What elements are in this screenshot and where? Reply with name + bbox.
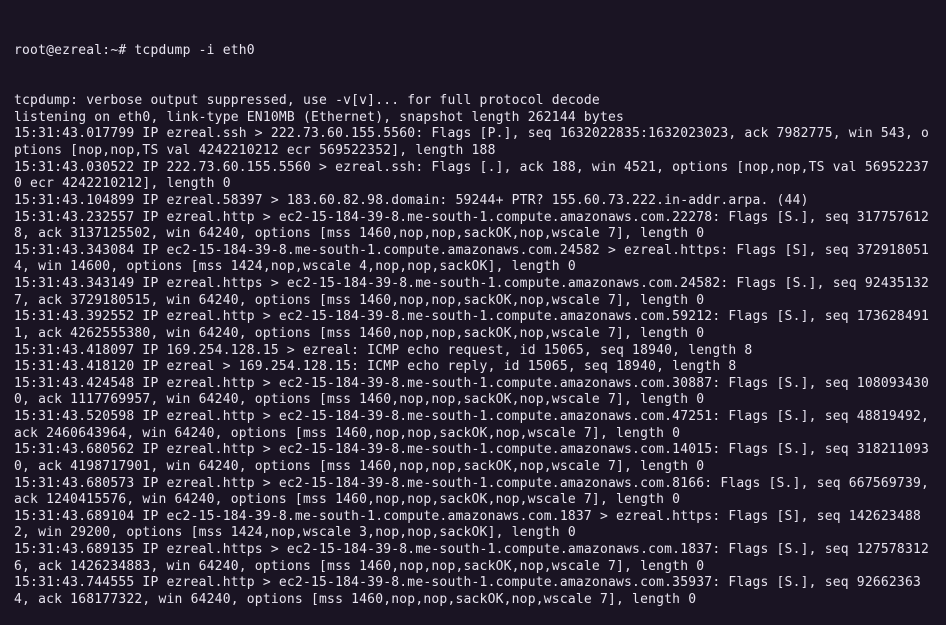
output-line: 15:31:43.392552 IP ezreal.http > ec2-15-… [14,309,932,342]
output-line: 15:31:43.680562 IP ezreal.http > ec2-15-… [14,442,932,475]
terminal-output[interactable]: root@ezreal:~# tcpdump -i eth0 tcpdump: … [14,10,932,625]
output-line: 15:31:43.017799 IP ezreal.ssh > 222.73.6… [14,126,932,159]
output-line: 15:31:43.418097 IP 169.254.128.15 > ezre… [14,343,932,360]
command-line: root@ezreal:~# tcpdump -i eth0 [14,43,932,60]
output-line: 15:31:43.520598 IP ezreal.http > ec2-15-… [14,409,932,442]
shell-prompt: root@ezreal:~# [14,43,134,58]
output-line: 15:31:43.343084 IP ec2-15-184-39-8.me-so… [14,243,932,276]
output-line: 15:31:43.680573 IP ezreal.http > ec2-15-… [14,476,932,509]
output-line: 15:31:43.343149 IP ezreal.https > ec2-15… [14,276,932,309]
output-line: 15:31:43.744555 IP ezreal.http > ec2-15-… [14,575,932,608]
output-line: 15:31:43.689135 IP ezreal.https > ec2-15… [14,542,932,575]
output-line: 15:31:43.030522 IP 222.73.60.155.5560 > … [14,160,932,193]
output-line: tcpdump: verbose output suppressed, use … [14,93,932,110]
output-line: 15:31:43.424548 IP ezreal.http > ec2-15-… [14,376,932,409]
output-line: 15:31:43.104899 IP ezreal.58397 > 183.60… [14,193,932,210]
command-text: tcpdump -i eth0 [134,43,254,58]
output-line: 15:31:43.232557 IP ezreal.http > ec2-15-… [14,210,932,243]
output-line: listening on eth0, link-type EN10MB (Eth… [14,110,932,127]
output-line: 15:31:43.418120 IP ezreal > 169.254.128.… [14,359,932,376]
output-line: 15:31:43.689104 IP ec2-15-184-39-8.me-so… [14,509,932,542]
output-lines: tcpdump: verbose output suppressed, use … [14,93,932,608]
